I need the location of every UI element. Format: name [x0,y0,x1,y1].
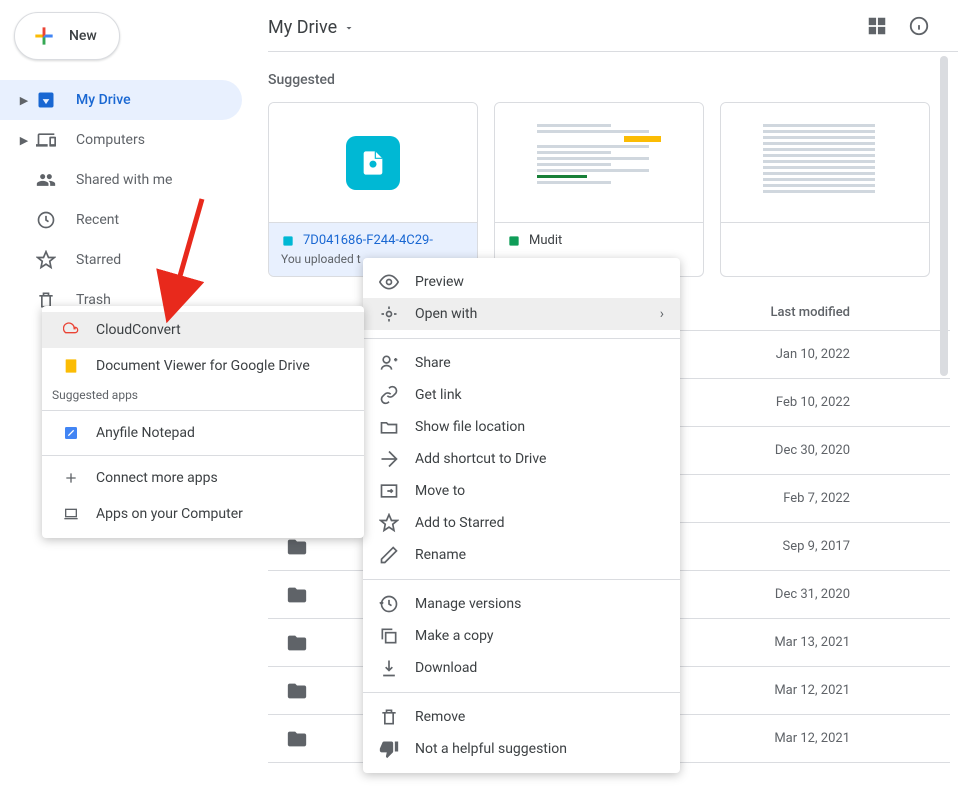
chevron-right-icon: › [660,306,664,322]
nav-item-starred[interactable]: Starred [0,240,242,280]
anyfile-icon [62,424,80,442]
clock-icon [34,210,58,230]
menu-item-move-to[interactable]: Move to [363,475,680,507]
star-icon [379,513,399,533]
folder-icon [286,632,308,654]
nav-label: Recent [76,212,119,228]
suggested-card[interactable]: Mudit [494,102,704,277]
history-icon [379,594,399,614]
suggested-card[interactable]: 7D041686-F244-4C29- You uploaded t [268,102,478,277]
folder-icon [286,584,308,606]
menu-item-get-link[interactable]: Get link [363,379,680,411]
laptop-icon [62,505,80,523]
submenu-item-anyfile[interactable]: Anyfile Notepad [42,415,364,451]
separator [363,692,680,693]
separator [42,455,364,456]
menu-item-remove[interactable]: Remove [363,701,680,733]
new-button[interactable]: New [14,12,120,60]
folder-outline-icon [379,417,399,437]
new-button-label: New [69,28,97,44]
folder-icon [286,536,308,558]
nav-label: Computers [76,132,145,148]
audio-file-icon [346,136,400,190]
menu-item-preview[interactable]: Preview [363,266,680,298]
eye-icon [379,272,399,292]
plus-icon [31,23,57,49]
menu-item-add-shortcut[interactable]: Add shortcut to Drive [363,443,680,475]
link-icon [379,385,399,405]
folder-icon [286,680,308,702]
thumb-down-icon [379,739,399,759]
separator [363,579,680,580]
open-with-submenu: CloudConvert Document Viewer for Google … [42,306,364,538]
submenu-item-cloudconvert[interactable]: CloudConvert [42,312,364,348]
chevron-down-icon [343,22,355,34]
info-icon[interactable] [908,15,930,41]
chevron-right-icon: ▶ [18,94,30,107]
nav-item-my-drive[interactable]: ▶ My Drive [0,80,242,120]
nav-label: Starred [76,252,121,268]
drive-icon [34,90,58,110]
nav-label: My Drive [76,92,131,108]
submenu-item-doc-viewer[interactable]: Document Viewer for Google Drive [42,348,364,384]
download-icon [379,658,399,678]
page-title[interactable]: My Drive [268,17,355,38]
people-icon [34,170,58,190]
shortcut-icon [379,449,399,469]
menu-item-not-helpful[interactable]: Not a helpful suggestion [363,733,680,765]
nav-item-shared[interactable]: Shared with me [0,160,242,200]
chevron-right-icon: ▶ [18,134,30,147]
title-bar: My Drive [268,4,958,52]
suggested-card[interactable] [720,102,930,277]
menu-item-rename[interactable]: Rename [363,539,680,571]
sheets-icon [507,234,521,248]
context-menu: Preview Open with› Share Get link Show f… [363,258,680,773]
submenu-item-connect-apps[interactable]: Connect more apps [42,460,364,496]
scrollbar[interactable] [940,56,948,776]
nav-item-computers[interactable]: ▶ Computers [0,120,242,160]
menu-item-make-copy[interactable]: Make a copy [363,620,680,652]
menu-item-open-with[interactable]: Open with› [363,298,680,330]
grid-view-icon[interactable] [866,15,888,41]
audio-icon [281,234,295,248]
menu-item-manage-versions[interactable]: Manage versions [363,588,680,620]
cloudconvert-icon [62,321,80,339]
nav-label: Shared with me [76,172,172,188]
menu-item-add-starred[interactable]: Add to Starred [363,507,680,539]
separator [363,338,680,339]
star-icon [34,250,58,270]
menu-item-share[interactable]: Share [363,347,680,379]
menu-item-show-location[interactable]: Show file location [363,411,680,443]
plus-icon [62,469,80,487]
move-icon [379,481,399,501]
suggested-row: 7D041686-F244-4C29- You uploaded t Mudit [268,102,958,277]
separator [42,410,364,411]
person-add-icon [379,353,399,373]
pencil-icon [379,545,399,565]
folder-icon [286,728,308,750]
trash-icon [379,707,399,727]
nav: ▶ My Drive ▶ Computers Shared with me Re… [0,80,242,320]
submenu-suggested-heading: Suggested apps [42,384,364,406]
computers-icon [34,130,58,150]
doc-viewer-icon [62,357,80,375]
open-with-icon [379,304,399,324]
nav-item-recent[interactable]: Recent [0,200,242,240]
submenu-item-apps-computer[interactable]: Apps on your Computer [42,496,364,532]
menu-item-download[interactable]: Download [363,652,680,684]
suggested-heading: Suggested [268,72,958,88]
copy-icon [379,626,399,646]
